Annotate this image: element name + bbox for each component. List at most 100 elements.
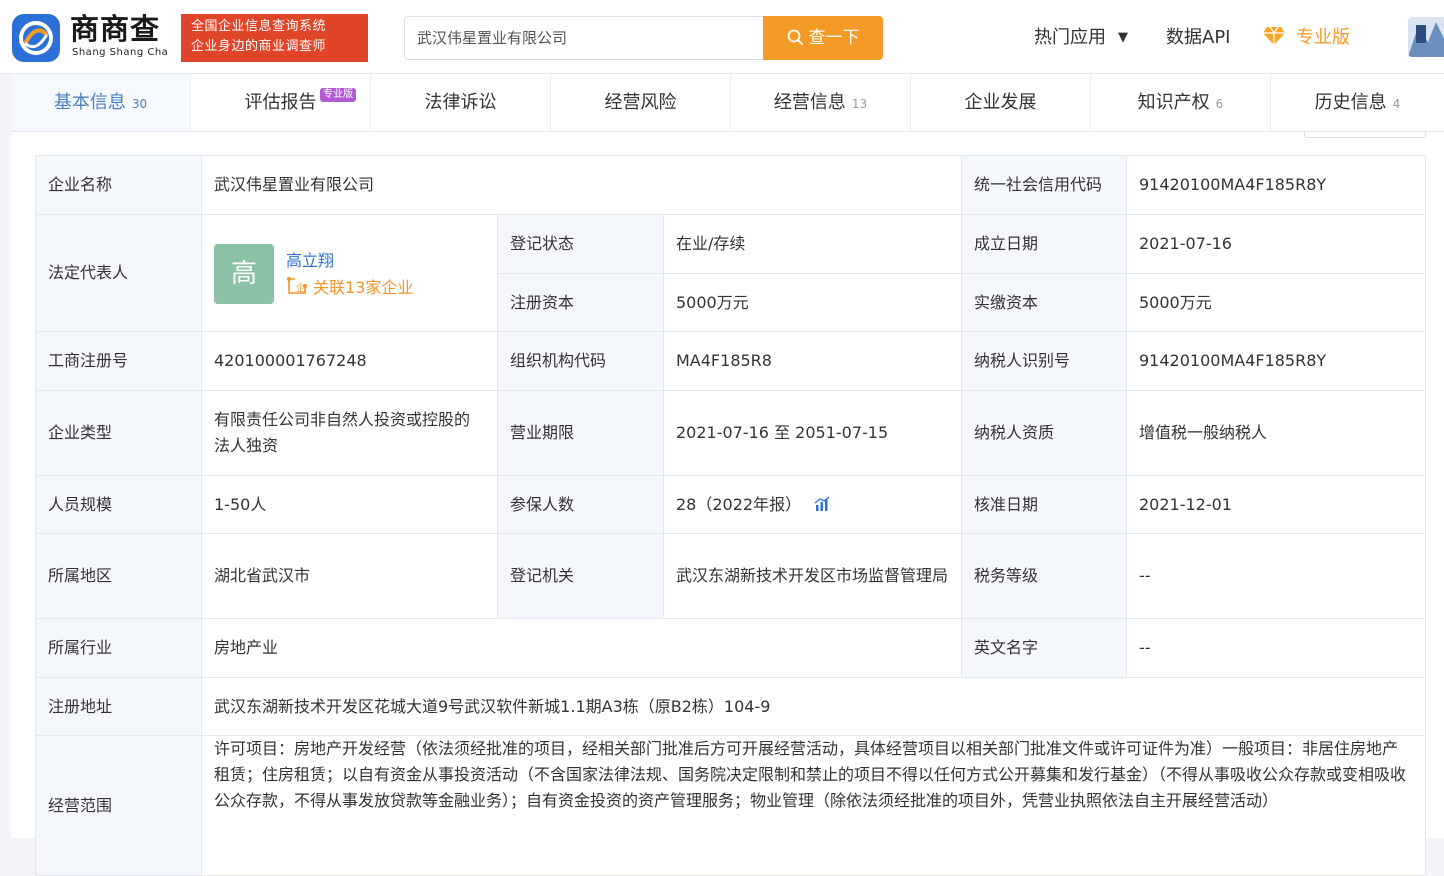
label-insured: 参保人数 <box>497 475 664 534</box>
label-credit-code: 统一社会信用代码 <box>961 155 1127 215</box>
value-taxpayer-id: 91420100MA4F185R8Y <box>1126 331 1426 391</box>
label-company-type: 企业类型 <box>35 390 202 476</box>
table-row: 法定代表人 高 高立翔 企 关联13家企业 登记状态 在业/存续 成立日期 20… <box>35 214 1426 332</box>
logo-subtext: Shang Shang Cha <box>72 47 169 58</box>
data-api-link[interactable]: 数据API <box>1166 25 1230 51</box>
label-org-code: 组织机构代码 <box>497 331 664 391</box>
tab-label: 经营信息 <box>773 92 846 113</box>
label-staff-size: 人员规模 <box>35 475 202 534</box>
value-tax-grade: -- <box>1126 533 1426 619</box>
slogan-line: 全国企业信息查询系统 <box>191 19 327 34</box>
tab-count: 30 <box>131 97 148 111</box>
top-header: 商商查 Shang Shang Cha 全国企业信息查询系统 企业身边的商业调查… <box>0 0 1444 74</box>
value-authority: 武汉东湖新技术开发区市场监督管理局 <box>663 533 962 619</box>
table-row: 工商注册号 420100001767248 组织机构代码 MA4F185R8 纳… <box>35 331 1426 391</box>
user-avatar[interactable] <box>1408 17 1444 57</box>
label-found-date: 成立日期 <box>961 214 1127 274</box>
tab-legal[interactable]: 法律诉讼 <box>371 74 551 131</box>
label-address: 注册地址 <box>35 677 202 736</box>
label-biz-reg-no: 工商注册号 <box>35 331 202 391</box>
tab-label: 法律诉讼 <box>424 92 497 113</box>
value-biz-term: 2021-07-16 至 2051-07-15 <box>663 390 962 476</box>
label-taxpayer-id: 纳税人识别号 <box>961 331 1127 391</box>
trend-chart-icon[interactable] <box>814 495 830 512</box>
tab-label: 基本信息 <box>53 92 126 113</box>
value-approve-date: 2021-12-01 <box>1126 475 1426 534</box>
value-scope: 许可项目：房地产开发经营（依法须经批准的项目，经相关部门批准后方可开展经营活动，… <box>201 735 1426 876</box>
value-company-type: 有限责任公司非自然人投资或控股的法人独资 <box>201 390 498 476</box>
table-row: 企业名称 武汉伟星置业有限公司 统一社会信用代码 91420100MA4F185… <box>35 155 1426 215</box>
table-row: 人员规模 1-50人 参保人数 28（2022年报） 核准日期 2021-12-… <box>35 475 1426 534</box>
toolbar-button[interactable] <box>1304 132 1426 138</box>
legal-rep-block: 高 高立翔 企 关联13家企业 <box>214 244 485 304</box>
value-staff-size: 1-50人 <box>201 475 498 534</box>
basic-info-table: 企业名称 武汉伟星置业有限公司 统一社会信用代码 91420100MA4F185… <box>35 155 1426 876</box>
related-companies-label: 关联13家企业 <box>313 278 414 297</box>
label-tax-grade: 税务等级 <box>961 533 1127 619</box>
label-legal-rep: 法定代表人 <box>35 214 202 332</box>
diamond-icon <box>1263 26 1285 45</box>
label-reg-status: 登记状态 <box>497 214 664 274</box>
tab-ip[interactable]: 知识产权 6 <box>1091 74 1271 131</box>
value-reg-status: 在业/存续 <box>663 214 962 274</box>
legal-rep-name-link[interactable]: 高立翔 <box>286 250 334 272</box>
label-biz-term: 营业期限 <box>497 390 664 476</box>
tab-business-info[interactable]: 经营信息 13 <box>731 74 911 131</box>
tab-label: 历史信息 <box>1314 92 1387 113</box>
pro-version-label: 专业版 <box>1296 27 1350 48</box>
label-paid-capital: 实缴资本 <box>961 273 1127 332</box>
insured-cell: 28（2022年报） <box>663 475 962 534</box>
legal-rep-cell: 高 高立翔 企 关联13家企业 <box>201 214 498 332</box>
tab-basic-info[interactable]: 基本信息 30 <box>11 74 191 131</box>
label-company-name: 企业名称 <box>35 155 202 215</box>
tab-evaluation-report[interactable]: 评估报告 专业版 <box>191 74 371 131</box>
tab-development[interactable]: 企业发展 <box>911 74 1091 131</box>
value-found-date: 2021-07-16 <box>1126 214 1426 274</box>
value-region: 湖北省武汉市 <box>201 533 498 619</box>
tab-label: 企业发展 <box>964 92 1037 113</box>
svg-text:企: 企 <box>296 282 305 294</box>
tab-history[interactable]: 历史信息 4 <box>1271 74 1444 131</box>
pro-version-link[interactable]: 专业版 <box>1262 25 1350 51</box>
tab-business-risk[interactable]: 经营风险 <box>551 74 731 131</box>
value-english-name: -- <box>1126 618 1426 678</box>
pro-badge: 专业版 <box>320 88 356 102</box>
logo-text[interactable]: 商商查 <box>70 12 160 46</box>
label-scope: 经营范围 <box>35 735 202 876</box>
tab-label: 评估报告 <box>244 92 317 113</box>
value-address: 武汉东湖新技术开发区花城大道9号武汉软件新城1.1期A3栋（原B2栋）104-9 <box>201 677 1426 736</box>
slogan-banner: 全国企业信息查询系统 企业身边的商业调查师 <box>181 14 368 62</box>
label-authority: 登记机关 <box>497 533 664 619</box>
table-row: 所属地区 湖北省武汉市 登记机关 武汉东湖新技术开发区市场监督管理局 税务等级 … <box>35 533 1426 619</box>
value-insured: 28（2022年报） <box>676 494 802 514</box>
label-approve-date: 核准日期 <box>961 475 1127 534</box>
value-credit-code: 91420100MA4F185R8Y <box>1126 155 1426 215</box>
logo-icon[interactable] <box>12 14 60 62</box>
related-companies-icon: 企 <box>287 277 307 294</box>
value-paid-capital: 5000万元 <box>1126 273 1426 332</box>
tab-label: 知识产权 <box>1137 92 1210 113</box>
value-reg-capital: 5000万元 <box>663 273 962 332</box>
related-companies-link[interactable]: 企 关联13家企业 <box>286 276 413 299</box>
section-tabs: 基本信息 30 评估报告 专业版 法律诉讼 经营风险 经营信息 13 企业发展 知识… <box>11 74 1444 132</box>
hot-apps-label: 热门应用 <box>1034 27 1106 48</box>
label-taxpayer-qual: 纳税人资质 <box>961 390 1127 476</box>
hot-apps-menu[interactable]: 热门应用 ▼ <box>1034 25 1128 51</box>
table-row: 注册地址 武汉东湖新技术开发区花城大道9号武汉软件新城1.1期A3栋（原B2栋）… <box>35 677 1426 736</box>
slogan-line: 企业身边的商业调查师 <box>191 39 327 54</box>
tab-label: 经营风险 <box>604 92 677 113</box>
value-company-name: 武汉伟星置业有限公司 <box>201 155 962 215</box>
value-org-code: MA4F185R8 <box>663 331 962 391</box>
legal-rep-avatar: 高 <box>214 244 274 304</box>
value-industry: 房地产业 <box>201 618 962 678</box>
tab-count: 13 <box>851 97 868 111</box>
label-industry: 所属行业 <box>35 618 202 678</box>
tab-count: 6 <box>1215 97 1224 111</box>
search-icon <box>787 29 803 45</box>
search-input[interactable]: 武汉伟星置业有限公司 <box>404 16 764 60</box>
table-row: 所属行业 房地产业 英文名字 -- <box>35 618 1426 678</box>
label-english-name: 英文名字 <box>961 618 1127 678</box>
value-taxpayer-qual: 增值税一般纳税人 <box>1126 390 1426 476</box>
search-button-label: 查一下 <box>808 28 860 48</box>
search-button[interactable]: 查一下 <box>763 16 883 60</box>
